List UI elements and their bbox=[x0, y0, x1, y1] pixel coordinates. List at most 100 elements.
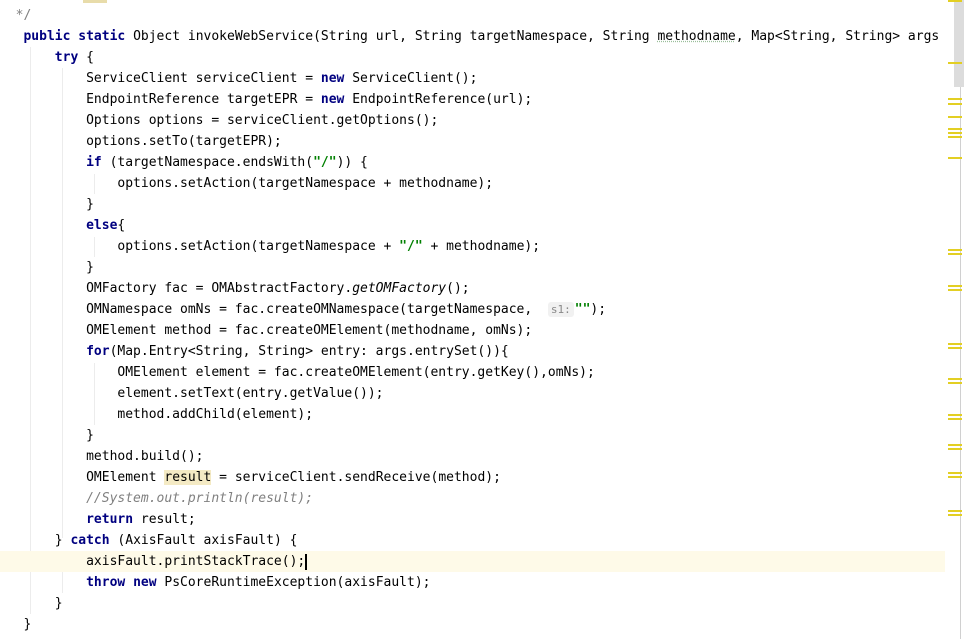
warning-marker[interactable] bbox=[948, 448, 962, 450]
code-line[interactable]: //System.out.println(result); bbox=[0, 488, 945, 509]
warning-marker[interactable] bbox=[948, 289, 962, 291]
code-text: OMElement method = fac.createOMElement(m… bbox=[0, 323, 533, 338]
code-text: axisFault.printStackTrace(); bbox=[0, 554, 306, 569]
string-literal: "/" bbox=[399, 239, 423, 254]
code-text: ); bbox=[590, 302, 607, 317]
code-line[interactable]: OMFactory fac = OMAbstractFactory.getOMF… bbox=[0, 278, 945, 299]
warning-marker[interactable] bbox=[948, 249, 962, 251]
string-literal: "/" bbox=[313, 155, 337, 170]
code-text: options.setTo(targetEPR); bbox=[0, 134, 282, 149]
scrollbar-thumb[interactable] bbox=[954, 0, 964, 87]
parameter-name: methodname bbox=[657, 29, 736, 44]
code-text: Options options = serviceClient.getOptio… bbox=[0, 113, 439, 128]
warning-marker[interactable] bbox=[948, 378, 962, 380]
code-line[interactable]: } bbox=[0, 425, 945, 446]
keyword: throw bbox=[86, 575, 126, 590]
code-text: } bbox=[0, 533, 71, 548]
keyword: new bbox=[320, 92, 345, 107]
code-line[interactable]: OMElement method = fac.createOMElement(m… bbox=[0, 320, 945, 341]
code-line[interactable]: } bbox=[0, 593, 945, 614]
comment: //System.out.println(result); bbox=[86, 491, 314, 506]
code-line[interactable]: try { bbox=[0, 47, 945, 68]
keyword: return bbox=[86, 512, 134, 527]
code-line[interactable]: else{ bbox=[0, 215, 945, 236]
code-line[interactable]: for(Map.Entry<String, String> entry: arg… bbox=[0, 341, 945, 362]
warning-marker[interactable] bbox=[948, 62, 962, 64]
code-line[interactable]: ServiceClient serviceClient = new Servic… bbox=[0, 68, 945, 89]
code-line[interactable]: } catch (AxisFault axisFault) { bbox=[0, 530, 945, 551]
warning-marker[interactable] bbox=[948, 136, 962, 138]
warning-marker[interactable] bbox=[948, 414, 962, 416]
code-line[interactable]: EndpointReference targetEPR = new Endpoi… bbox=[0, 89, 945, 110]
code-text: OMNamespace omNs = fac.createOMNamespace… bbox=[0, 302, 548, 317]
code-line[interactable]: method.addChild(element); bbox=[0, 404, 945, 425]
code-line[interactable]: OMElement result = serviceClient.sendRec… bbox=[0, 467, 945, 488]
code-line[interactable]: return result; bbox=[0, 509, 945, 530]
warning-marker[interactable] bbox=[948, 285, 962, 287]
warning-marker[interactable] bbox=[948, 347, 962, 349]
warning-marker[interactable] bbox=[948, 343, 962, 345]
scrollbar-track[interactable] bbox=[960, 0, 961, 639]
warning-marker[interactable] bbox=[948, 103, 962, 105]
keyword: new bbox=[133, 575, 157, 590]
code-text: (Map.Entry<String, String> entry: args.e… bbox=[109, 344, 509, 359]
warning-marker[interactable] bbox=[948, 116, 962, 118]
warning-marker[interactable] bbox=[948, 128, 962, 130]
code-text: method.build(); bbox=[0, 449, 204, 464]
code-text: } bbox=[0, 428, 94, 443]
keyword: else bbox=[86, 218, 118, 233]
code-text: Object invokeWebService(String url, Stri… bbox=[125, 29, 658, 44]
code-text: (AxisFault axisFault) { bbox=[109, 533, 298, 548]
code-line[interactable]: public static Object invokeWebService(St… bbox=[0, 26, 945, 47]
code-text: } bbox=[0, 617, 32, 632]
text-caret bbox=[305, 553, 308, 570]
code-line[interactable]: } bbox=[0, 194, 945, 215]
keyword: public bbox=[23, 29, 71, 44]
code-line[interactable]: OMElement element = fac.createOMElement(… bbox=[0, 362, 945, 383]
warning-marker[interactable] bbox=[948, 253, 962, 255]
code-line[interactable]: options.setAction(targetNamespace + meth… bbox=[0, 173, 945, 194]
code-line-current[interactable]: axisFault.printStackTrace(); bbox=[0, 551, 945, 572]
warning-marker[interactable] bbox=[948, 444, 962, 446]
code-line[interactable]: element.setText(entry.getValue()); bbox=[0, 383, 945, 404]
warning-marker[interactable] bbox=[948, 510, 962, 512]
code-line[interactable]: Options options = serviceClient.getOptio… bbox=[0, 110, 945, 131]
code-text: } bbox=[0, 260, 94, 275]
code-line[interactable]: options.setAction(targetNamespace + "/" … bbox=[0, 236, 945, 257]
warning-marker[interactable] bbox=[948, 157, 962, 159]
code-editor[interactable]: */ public static Object invokeWebService… bbox=[0, 0, 945, 639]
code-text: (); bbox=[446, 281, 470, 296]
warning-marker[interactable] bbox=[948, 418, 962, 420]
parameter-hint: s1: bbox=[547, 302, 574, 317]
code-line[interactable]: */ bbox=[0, 5, 945, 26]
code-text: OMElement bbox=[0, 470, 165, 485]
code-text: OMFactory fac = OMAbstractFactory. bbox=[0, 281, 353, 296]
warning-marker[interactable] bbox=[948, 98, 962, 100]
code-text: (targetNamespace.endsWith( bbox=[101, 155, 314, 170]
code-text: = serviceClient.sendReceive(method); bbox=[211, 470, 501, 485]
code-line[interactable]: throw new PsCoreRuntimeException(axisFau… bbox=[0, 572, 945, 593]
code-line[interactable]: } bbox=[0, 614, 945, 635]
keyword: for bbox=[86, 344, 110, 359]
code-text: EndpointReference(url); bbox=[344, 92, 533, 107]
code-line[interactable]: method.build(); bbox=[0, 446, 945, 467]
warning-marker[interactable] bbox=[948, 382, 962, 384]
code-line[interactable]: if (targetNamespace.endsWith("/")) { bbox=[0, 152, 945, 173]
keyword: catch bbox=[70, 533, 110, 548]
code-line[interactable]: OMNamespace omNs = fac.createOMNamespace… bbox=[0, 299, 945, 320]
warning-marker[interactable] bbox=[948, 476, 962, 478]
warning-marker[interactable] bbox=[948, 0, 962, 2]
warning-marker[interactable] bbox=[948, 472, 962, 474]
code-text: method.addChild(element); bbox=[0, 407, 314, 422]
warning-marker[interactable] bbox=[948, 514, 962, 516]
warning-marker[interactable] bbox=[948, 132, 962, 134]
code-line[interactable]: } bbox=[0, 257, 945, 278]
code-line[interactable]: options.setTo(targetEPR); bbox=[0, 131, 945, 152]
static-method-call: getOMFactory bbox=[352, 281, 447, 296]
previous-line-highlight bbox=[83, 0, 107, 3]
